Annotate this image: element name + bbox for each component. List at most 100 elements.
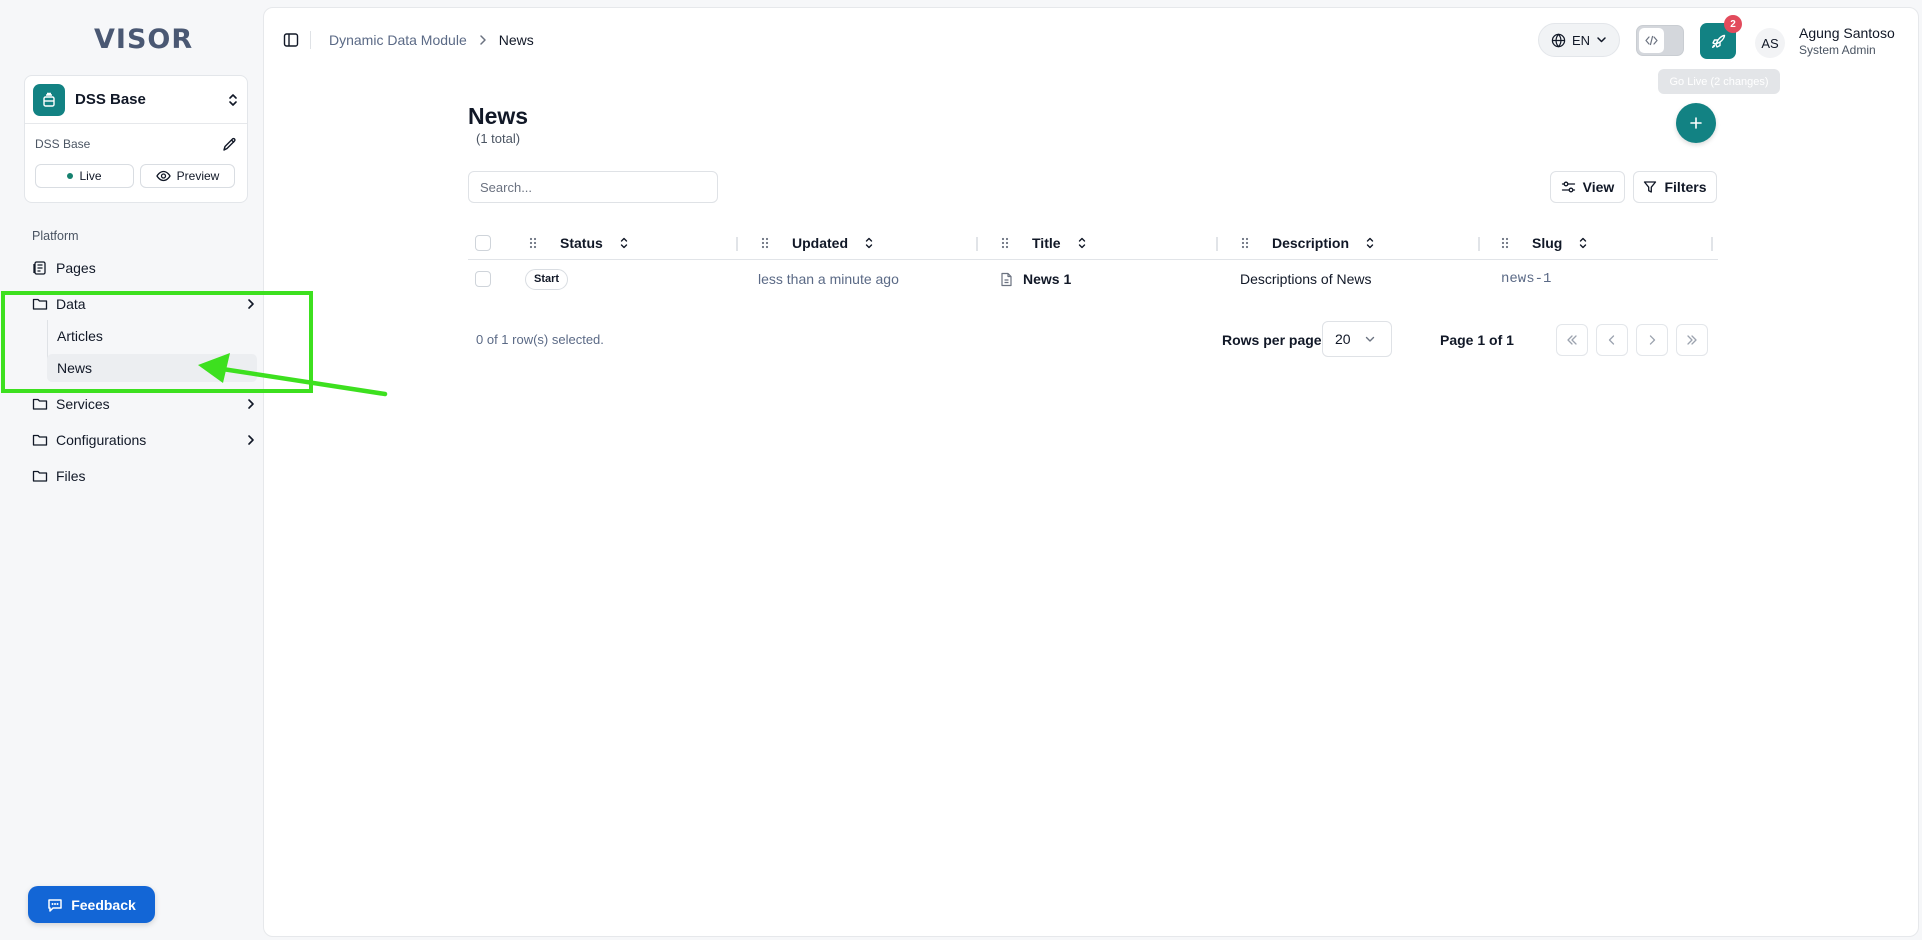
chevrons-right-icon [1685,334,1699,346]
rows-per-page-select[interactable]: 20 [1322,321,1392,357]
status-cell: Start [525,260,569,298]
table-row[interactable]: Start less than a minute ago News 1 Desc… [468,260,1718,298]
code-icon [1645,35,1658,46]
user-name: Agung Santoso [1799,25,1895,41]
rows-per-page-label: Rows per page [1222,332,1322,348]
chevrons-left-icon [1565,334,1579,346]
sort-icon [865,237,873,249]
column-resizer[interactable] [1216,237,1218,251]
view-label: View [1582,179,1615,195]
feedback-label: Feedback [71,896,136,913]
last-page-button[interactable] [1676,324,1708,356]
chevron-right-icon [479,34,487,46]
column-resizer[interactable] [1711,237,1713,251]
column-label: Slug [1532,235,1563,251]
column-header-description[interactable]: Description [1240,227,1375,259]
title-text: News 1 [1023,271,1072,287]
folder-icon [32,396,48,412]
site-subtitle-row: DSS Base [25,124,247,164]
document-icon [1000,272,1013,287]
slug-cell: news-1 [1501,271,1552,287]
filters-button[interactable]: Filters [1633,171,1717,203]
pencil-icon [222,137,237,152]
prev-page-button[interactable] [1596,324,1628,356]
title-cell[interactable]: News 1 [1000,260,1071,298]
breadcrumb-link[interactable]: Dynamic Data Module [329,32,467,48]
column-resizer[interactable] [976,237,978,251]
drag-handle-icon [529,237,537,249]
site-subtitle: DSS Base [35,137,91,151]
column-resizer[interactable] [736,237,738,251]
filter-icon [1643,180,1657,194]
row-select-cell [475,260,491,298]
next-page-button[interactable] [1636,324,1668,356]
feedback-button[interactable]: Feedback [28,886,155,923]
column-label: Description [1272,235,1350,251]
sidebar-item-files[interactable]: Files [32,461,256,491]
selection-info: 0 of 1 row(s) selected. [476,332,604,347]
column-header-status[interactable]: Status [528,227,629,259]
topbar-divider [310,31,311,49]
row-checkbox[interactable] [475,271,491,287]
column-label: Updated [792,235,848,251]
add-item-button[interactable] [1676,103,1716,143]
sort-icon [1078,237,1085,249]
breadcrumb-current: News [498,32,534,48]
description-cell: Descriptions of News [1240,271,1372,287]
avatar[interactable]: AS [1755,28,1785,58]
edit-site-button[interactable] [222,137,237,152]
view-button[interactable]: View [1550,171,1625,203]
drag-handle-icon [1501,237,1509,249]
preview-label: Preview [176,169,220,183]
toggle-knob [1639,28,1664,53]
live-label: Live [79,169,102,183]
chevron-right-icon [246,434,256,446]
select-all-cell [475,227,491,259]
main-panel: Dynamic Data Module News EN 2 Go Live (2… [263,7,1919,937]
site-name: DSS Base [75,91,146,108]
chat-icon [47,897,63,913]
sidebar-item-pages[interactable]: Pages [32,253,256,283]
column-resizer[interactable] [1478,237,1480,251]
column-header-updated[interactable]: Updated [760,227,874,259]
sort-icon [1366,237,1374,249]
language-selector[interactable]: EN [1538,23,1620,57]
page-title: News [468,103,529,129]
site-switcher[interactable]: DSS Base [25,76,247,124]
drag-handle-icon [1241,237,1249,249]
rows-per-page-value: 20 [1335,331,1351,347]
sliders-icon [1561,180,1576,194]
sidebar-toggle-button[interactable] [282,31,300,49]
rocket-icon [1710,33,1727,50]
column-header-title[interactable]: Title [1000,227,1087,259]
nav-section-label: Platform [32,229,79,243]
chevron-down-icon [1596,36,1607,44]
eye-icon [155,170,171,182]
folder-icon [32,468,48,484]
column-header-slug[interactable]: Slug [1500,227,1588,259]
chevron-up-down-icon [227,93,239,107]
chevron-right-icon [1647,334,1657,346]
chevron-left-icon [1607,334,1617,346]
changes-badge: 2 [1724,15,1742,33]
table-header: Status Updated Title Description Slug [468,227,1718,260]
pages-icon [32,260,48,276]
drag-handle-icon [1001,237,1009,249]
user-role: System Admin [1799,43,1876,57]
data-table: Status Updated Title Description Slug St… [468,227,1718,298]
sidebar-item-configurations[interactable]: Configurations [32,425,256,455]
live-button[interactable]: Live [35,164,134,188]
select-all-checkbox[interactable] [475,235,491,251]
logo-text: VISOR [94,23,194,55]
code-mode-toggle[interactable] [1636,25,1684,56]
breadcrumb: Dynamic Data Module News [329,31,534,49]
search-input[interactable] [468,171,718,203]
sort-icon [1580,237,1587,249]
site-icon [33,83,65,116]
first-page-button[interactable] [1556,324,1588,356]
annotation-arrow-icon [198,353,388,397]
preview-button[interactable]: Preview [140,164,235,188]
sidebar-item-label: Configurations [56,432,147,448]
visor-logo[interactable]: VISOR [94,23,194,55]
filters-label: Filters [1664,179,1707,195]
